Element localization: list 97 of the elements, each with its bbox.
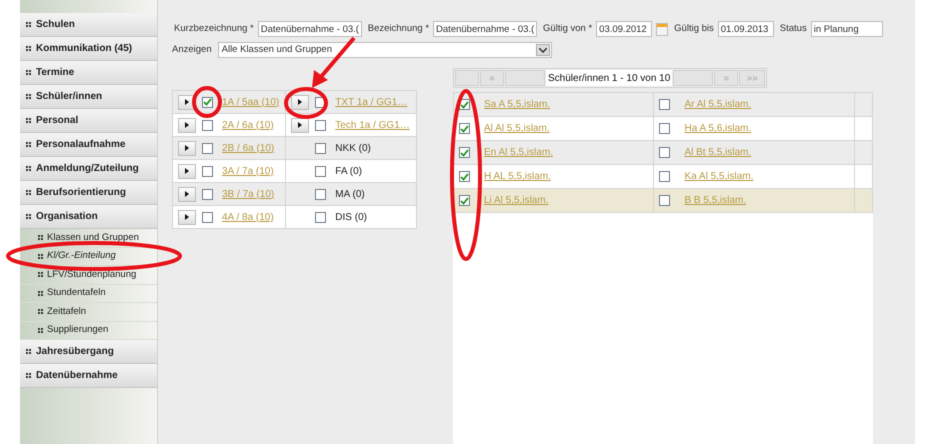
group-label: DIS (0) — [335, 210, 367, 224]
grip-icon — [26, 118, 31, 123]
triangle-icon — [185, 122, 189, 128]
checkbox[interactable] — [202, 120, 213, 130]
group-label: MA (0) — [335, 188, 365, 202]
table-row[interactable]: Li Al 5,5,islam. B B 5,5,islam. — [454, 188, 872, 212]
annotation-ellipse — [284, 87, 328, 119]
menu-item[interactable]: Termine — [20, 61, 157, 85]
pager-button[interactable]: »» — [739, 70, 766, 86]
dropdown[interactable]: Alle Klassen und Gruppen — [218, 42, 552, 58]
field-label: Status — [780, 22, 807, 36]
checkbox[interactable] — [202, 212, 213, 222]
field-label: Gültig bis — [674, 22, 714, 36]
pager-button[interactable]: « — [480, 70, 504, 86]
grip-icon — [26, 166, 31, 171]
checkbox[interactable] — [315, 142, 326, 154]
menu-item[interactable]: Schüler/innen — [20, 85, 157, 109]
field-label: Anzeigen — [172, 42, 212, 57]
grip-icon — [26, 94, 31, 99]
grip-icon — [38, 254, 43, 259]
grip-icon — [26, 46, 31, 51]
submenu-item[interactable]: Stundentafeln — [20, 284, 157, 303]
checkbox[interactable] — [659, 147, 670, 158]
checkbox[interactable] — [659, 123, 670, 134]
table-row[interactable]: H AL 5,5,islam. Ka Al 5,5,islam. — [454, 164, 872, 188]
table-row[interactable]: Sa A 5,5,islam. Ar Al 5,5,islam. — [454, 92, 872, 116]
triangle-icon — [185, 214, 189, 220]
checkbox[interactable] — [659, 171, 670, 182]
grip-icon — [26, 142, 31, 147]
table-row[interactable]: En Al 5,5,islam. Al Bt 5,5,islam. — [454, 140, 872, 164]
field-label: Kurzbezeichnung * — [174, 22, 254, 36]
group-label: FA (0) — [335, 164, 362, 178]
group-label: NKK (0) — [335, 142, 371, 156]
checkbox[interactable] — [202, 188, 213, 200]
checkbox[interactable] — [315, 212, 326, 222]
input-field[interactable]: 03.09.2012 — [596, 21, 652, 37]
checkbox[interactable] — [202, 142, 213, 154]
triangle-icon — [185, 191, 189, 197]
triangle-icon — [185, 168, 189, 174]
student-link[interactable]: B B 5,5,islam. — [684, 193, 746, 208]
checkbox[interactable] — [459, 195, 470, 206]
caret-icon — [536, 44, 550, 56]
grip-icon — [38, 290, 43, 296]
checkbox[interactable] — [315, 188, 326, 200]
menu-item[interactable]: Datenübernahme — [20, 364, 157, 388]
checkbox[interactable] — [202, 96, 213, 108]
triangle-icon — [298, 122, 302, 128]
expand-button[interactable] — [178, 164, 196, 178]
submenu-item[interactable]: LFV/Stundenplanung — [20, 266, 157, 284]
submenu-item[interactable]: Zeittafeln — [20, 303, 157, 322]
field-label: Gültig von * — [543, 22, 592, 36]
menu-item[interactable]: Berufsorientierung — [20, 181, 157, 205]
submenu-item[interactable]: Kl/Gr.-Einteilung — [20, 248, 157, 266]
pager-button[interactable]: » — [714, 70, 738, 86]
checkbox[interactable] — [459, 147, 470, 158]
expand-button[interactable] — [178, 186, 196, 202]
input-field[interactable]: Datenübernahme - 03.( — [433, 21, 538, 37]
table-row[interactable]: Al Al 5,5,islam. Ha A 5,6,islam. — [454, 116, 872, 140]
grip-icon — [38, 235, 43, 240]
checkbox[interactable] — [659, 99, 670, 110]
grip-icon — [26, 349, 31, 354]
annotation-ellipse — [192, 86, 222, 118]
grip-icon — [26, 70, 31, 75]
grip-icon — [26, 373, 31, 378]
checkbox[interactable] — [315, 120, 326, 130]
pager-info: Schüler/innen 1 - 10 von 10 — [546, 70, 672, 86]
input-field[interactable]: in Planung — [810, 21, 883, 37]
expand-button[interactable] — [178, 118, 196, 132]
checkbox[interactable] — [315, 166, 326, 176]
menu-item[interactable]: Anmeldung/Zuteilung — [20, 157, 157, 181]
triangle-icon — [185, 99, 189, 105]
grip-icon — [26, 190, 31, 195]
field-label: Bezeichnung * — [368, 22, 430, 36]
expand-button[interactable] — [178, 140, 196, 156]
menu-item[interactable]: Personal — [20, 109, 157, 133]
grip-icon — [38, 309, 43, 314]
grip-icon — [38, 328, 43, 333]
checkbox[interactable] — [659, 195, 670, 206]
checkbox[interactable] — [202, 166, 213, 176]
checkbox[interactable] — [459, 123, 470, 134]
menu-item[interactable]: Organisation — [20, 205, 157, 229]
grip-icon — [26, 214, 31, 219]
menu-item[interactable]: Kommunikation (45) — [20, 37, 157, 61]
expand-button[interactable] — [178, 210, 196, 224]
triangle-icon — [298, 99, 302, 105]
grip-icon — [38, 272, 43, 278]
submenu-item[interactable]: Klassen und Gruppen — [20, 229, 157, 248]
grip-icon — [26, 22, 31, 27]
triangle-icon — [185, 145, 189, 151]
menu-item[interactable]: Jahresübergang — [20, 340, 157, 364]
checkbox[interactable] — [459, 171, 470, 182]
input-field[interactable]: Datenübernahme - 03.( — [258, 21, 362, 37]
input-field[interactable]: 01.09.2013 — [718, 21, 774, 37]
expand-button[interactable] — [291, 94, 310, 110]
expand-button[interactable] — [291, 118, 310, 132]
menu-item[interactable]: Schulen — [20, 13, 157, 37]
menu-item[interactable]: Personalaufnahme — [20, 133, 157, 157]
